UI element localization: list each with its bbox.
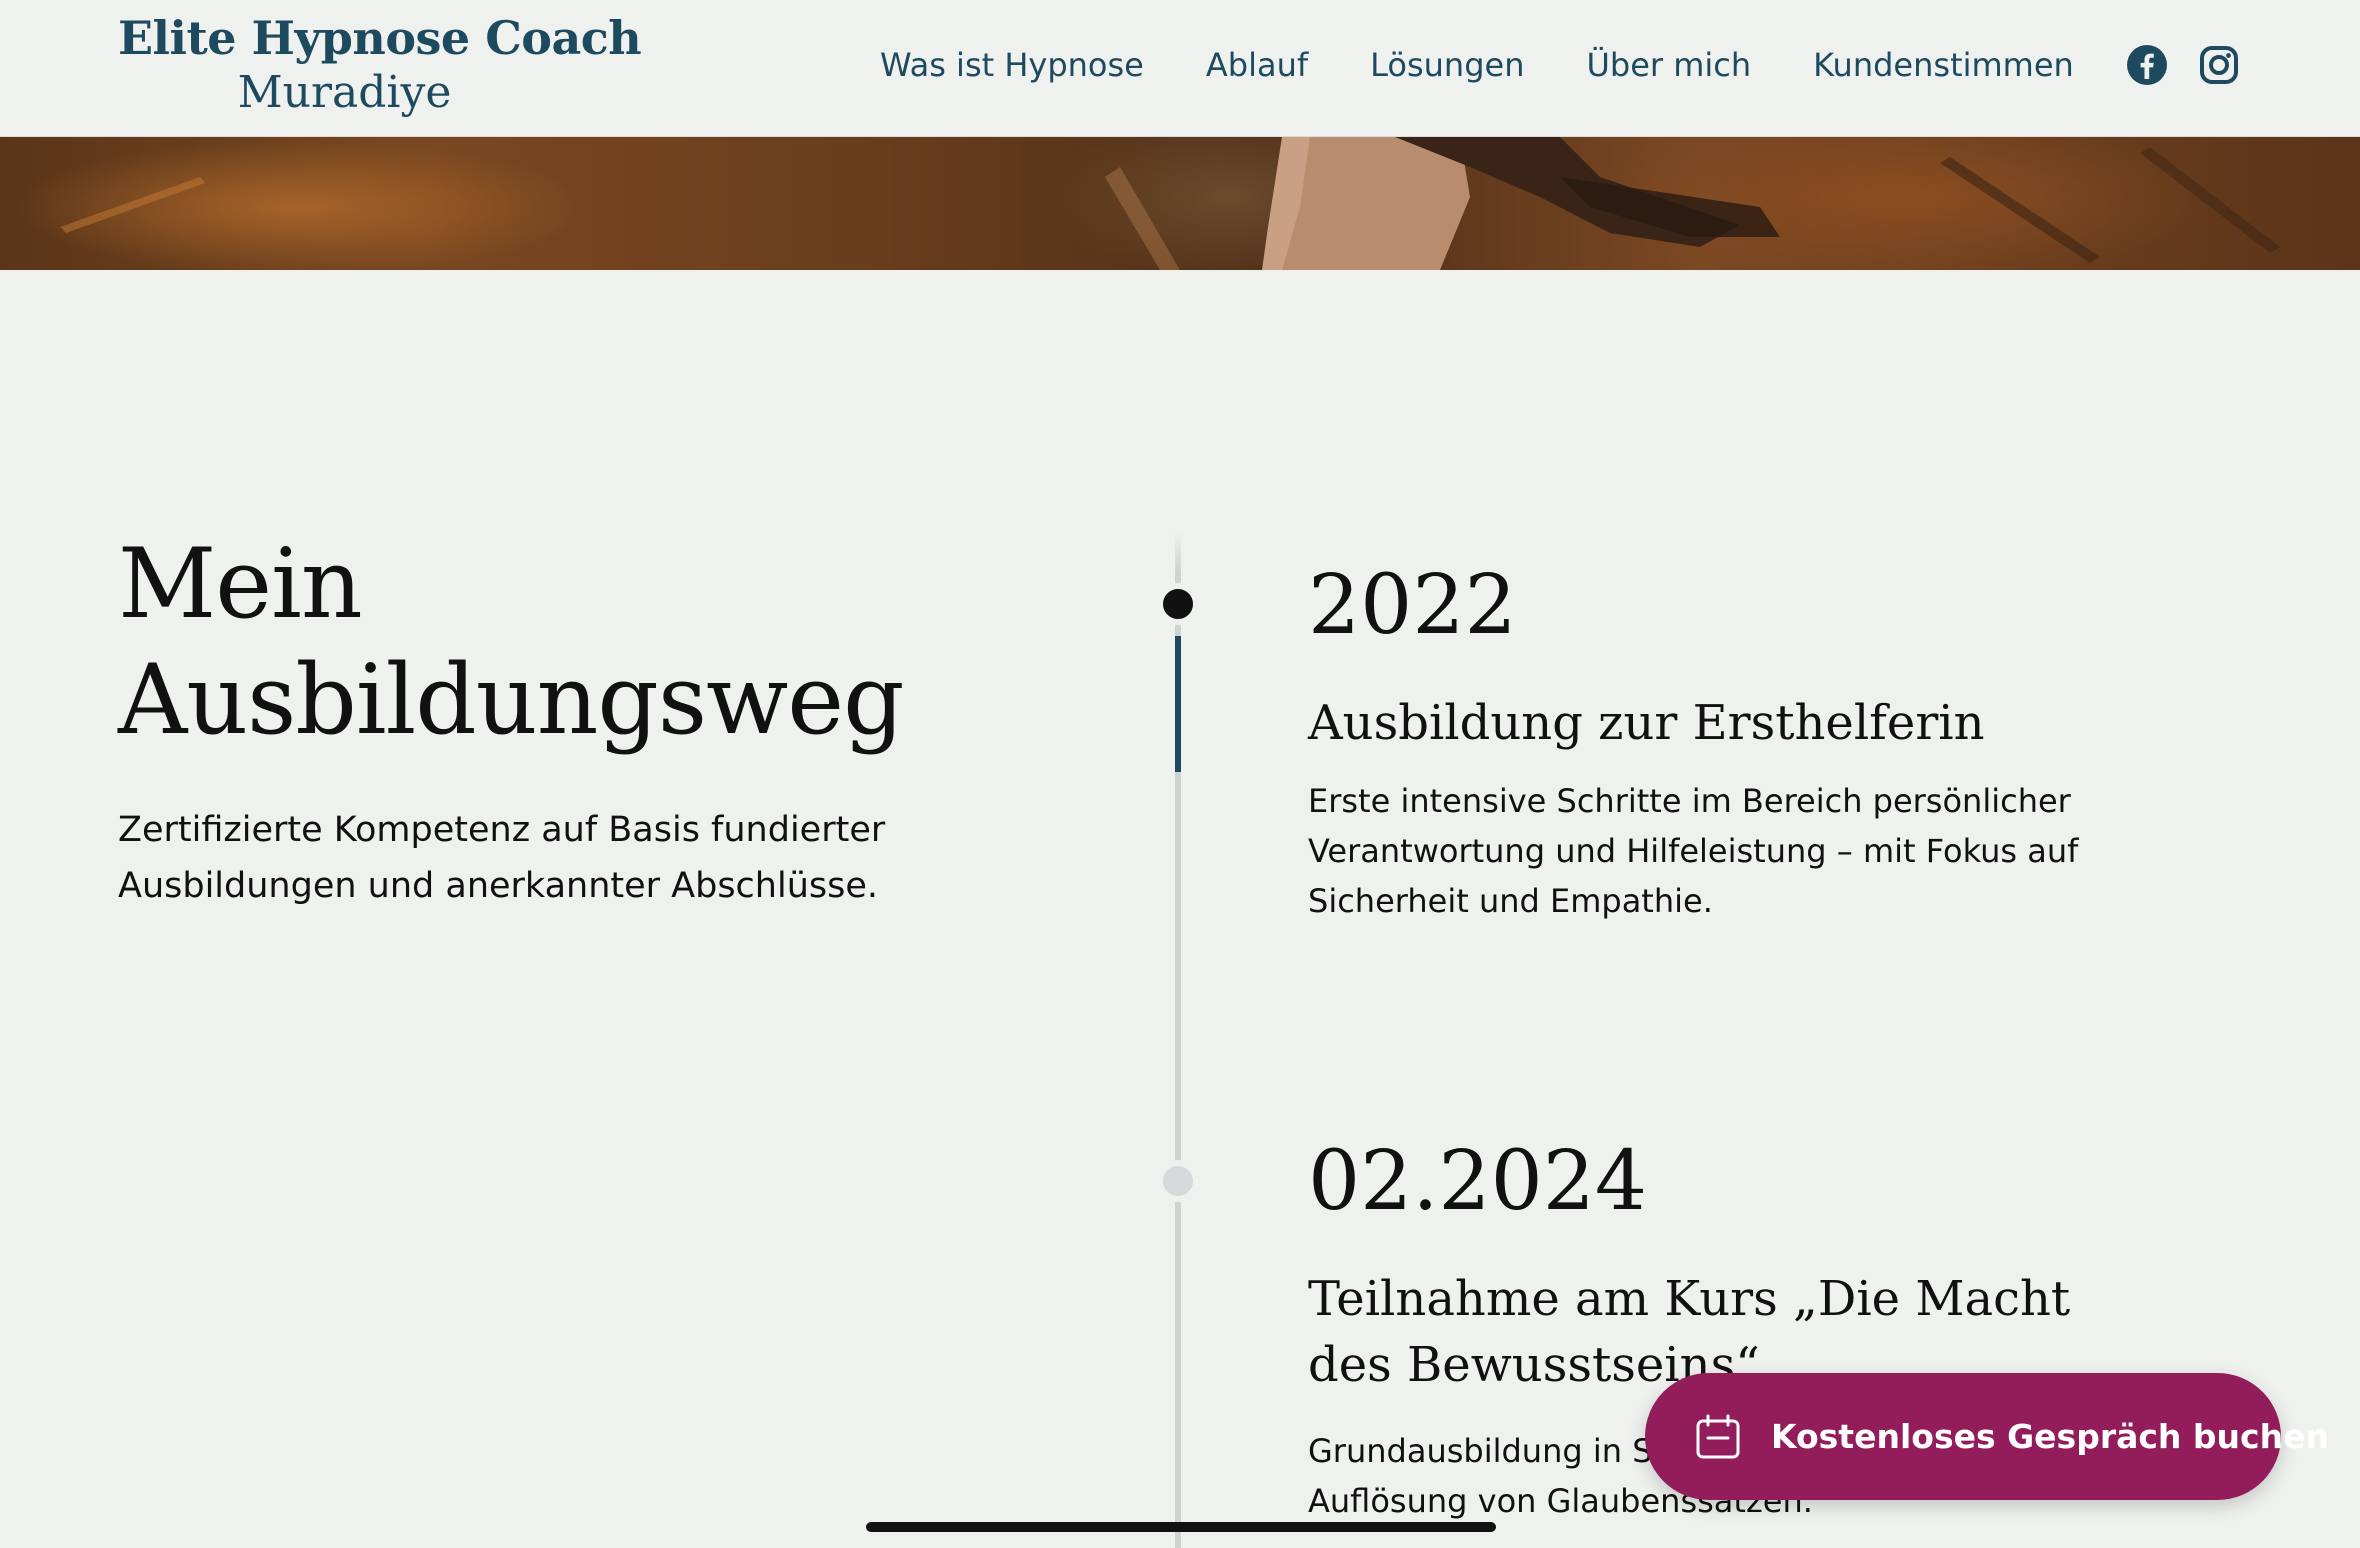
timeline-track-fade [1175, 532, 1181, 572]
nav-item-ueber-mich[interactable]: Über mich [1586, 40, 1751, 90]
timeline-entry-text-start: Grundausbildung in Sel [1308, 1432, 1682, 1470]
timeline-dot-active [1157, 583, 1199, 625]
section-title-line1: Mein [118, 528, 363, 640]
site-header: Elite Hypnose Coach Muradiye Was ist Hyp… [0, 0, 2360, 137]
brand-name: Elite Hypnose Coach [118, 11, 642, 65]
hero-photo-woman-in-autumn-field [60, 137, 2280, 270]
main-nav: Was ist Hypnose Ablauf Lösungen Über mic… [880, 40, 2240, 90]
timeline-entry-title: Ausbildung zur Ersthelferin [1308, 695, 1985, 751]
calendar-icon [1695, 1414, 1741, 1460]
instagram-icon[interactable] [2198, 44, 2240, 86]
home-indicator[interactable] [866, 1522, 1496, 1532]
social-links [2126, 44, 2240, 86]
section-title: Mein Ausbildungsweg [118, 526, 998, 758]
timeline-entry-text: Erste intensive Schritte im Bereich pers… [1308, 782, 2079, 920]
section-subtitle: Zertifizierte Kompetenz auf Basis fundie… [118, 810, 886, 906]
book-free-consultation-button[interactable]: Kostenloses Gespräch buchen [1645, 1373, 2329, 1500]
facebook-icon[interactable] [2126, 44, 2168, 86]
timeline-progress [1175, 636, 1181, 772]
nav-item-was-ist-hypnose[interactable]: Was ist Hypnose [880, 40, 1144, 90]
timeline-dot-inactive [1157, 1160, 1199, 1202]
nav-item-loesungen[interactable]: Lösungen [1370, 40, 1524, 90]
brand-logo[interactable]: Elite Hypnose Coach Muradiye [118, 10, 642, 120]
timeline-entry-date: 02.2024 [1308, 1134, 1648, 1229]
hero-image [0, 137, 2360, 270]
nav-item-ablauf[interactable]: Ablauf [1206, 40, 1308, 90]
section-title-line2: Ausbildungsweg [118, 644, 905, 756]
nav-item-kundenstimmen[interactable]: Kundenstimmen [1813, 40, 2074, 90]
brand-location: Muradiye [237, 67, 452, 118]
cta-label: Kostenloses Gespräch buchen [1771, 1417, 2329, 1456]
timeline-entry: 2022 Ausbildung zur Ersthelferin Erste i… [1308, 558, 2208, 926]
timeline-entry-date: 2022 [1308, 558, 1517, 653]
